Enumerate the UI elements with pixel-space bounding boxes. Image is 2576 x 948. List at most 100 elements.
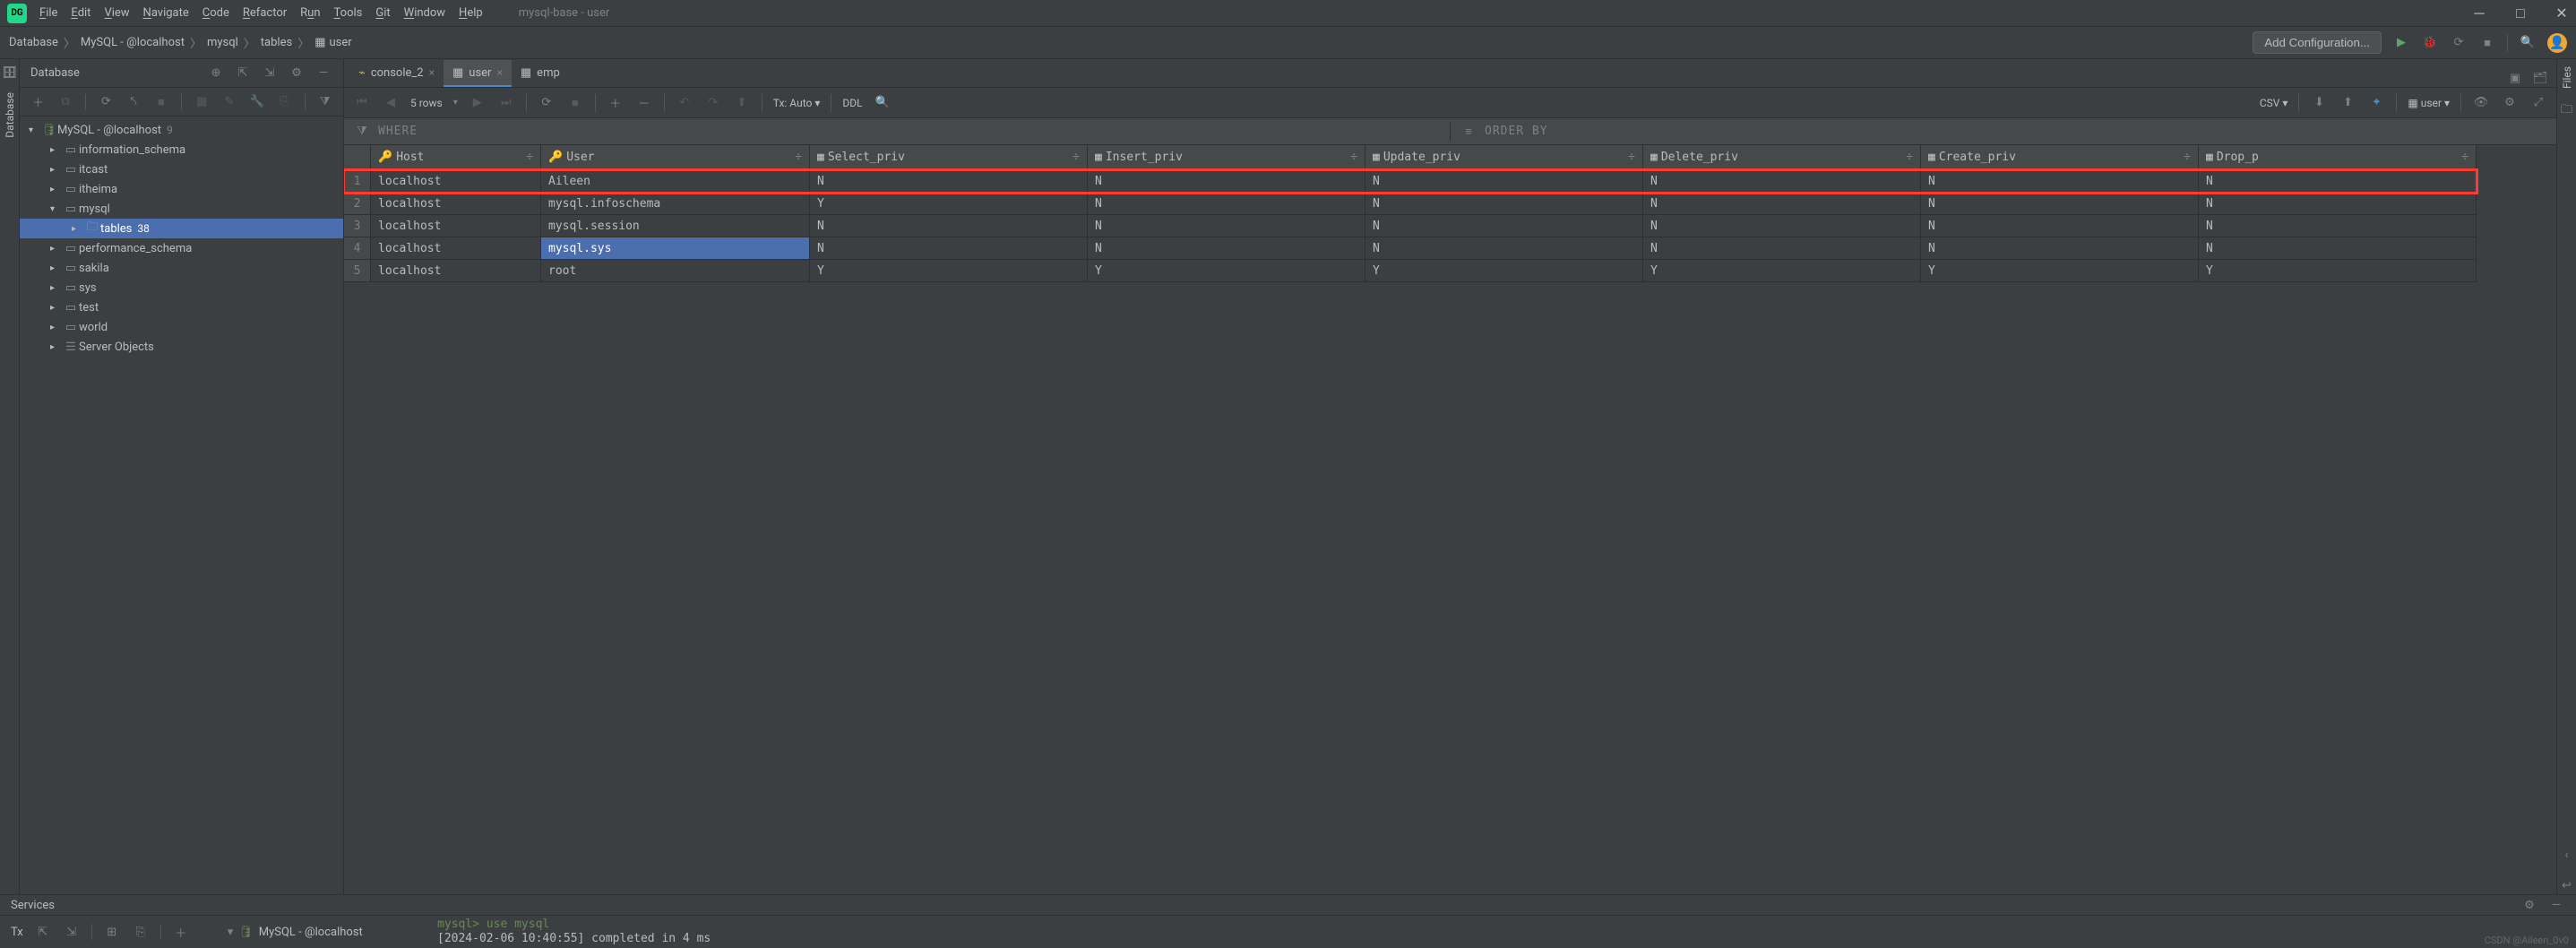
- menu-help[interactable]: Help: [459, 6, 483, 20]
- export-format[interactable]: CSV ▾: [2260, 97, 2288, 109]
- cell-host[interactable]: localhost: [371, 260, 541, 282]
- menu-edit[interactable]: Edit: [71, 6, 90, 20]
- expand-icon[interactable]: ⤢: [2529, 94, 2547, 112]
- cell-priv[interactable]: N: [1921, 170, 2199, 193]
- cell-priv[interactable]: Y: [1921, 260, 2199, 282]
- menu-git[interactable]: Git: [375, 6, 390, 20]
- upload-icon[interactable]: ⬆: [2339, 94, 2356, 112]
- cell-priv[interactable]: Y: [810, 193, 1088, 215]
- cell-priv[interactable]: N: [2199, 215, 2477, 237]
- duplicate-icon[interactable]: ⧉: [58, 93, 73, 111]
- cell-priv[interactable]: N: [1366, 237, 1643, 260]
- breadcrumb-item[interactable]: MySQL - @localhost: [81, 36, 185, 49]
- wrench-icon[interactable]: 🔧: [249, 93, 264, 111]
- cell-priv[interactable]: N: [1643, 170, 1921, 193]
- first-page-icon[interactable]: ⏮: [353, 94, 371, 112]
- chevron-left-icon[interactable]: ‹: [2558, 846, 2576, 864]
- breadcrumb-item[interactable]: Database: [9, 36, 58, 49]
- tab-user[interactable]: ▦user×: [444, 60, 512, 87]
- gear-icon[interactable]: ⚙: [2501, 94, 2519, 112]
- tree-schema[interactable]: ▸▭sakila: [20, 258, 343, 278]
- cell-priv[interactable]: N: [1366, 170, 1643, 193]
- tree-schema[interactable]: ▸▭performance_schema: [20, 238, 343, 258]
- files-icon[interactable]: 🗂: [2531, 69, 2549, 87]
- menu-run[interactable]: Run: [300, 6, 320, 20]
- grid-icon[interactable]: ⊞: [103, 923, 121, 941]
- menu-file[interactable]: File: [39, 6, 57, 20]
- collapse-icon[interactable]: ⇲: [63, 923, 81, 941]
- services-datasource[interactable]: ▾🛢MySQL - @localhost: [228, 926, 363, 939]
- cell-priv[interactable]: Y: [2199, 260, 2477, 282]
- tree-schema[interactable]: ▸▭world: [20, 317, 343, 337]
- expand-icon[interactable]: ⇱: [34, 923, 52, 941]
- row-gutter[interactable]: 5: [344, 260, 371, 282]
- cell-priv[interactable]: N: [1088, 237, 1366, 260]
- commit-icon[interactable]: ⬆: [733, 94, 751, 112]
- cell-user[interactable]: mysql.sys: [541, 237, 810, 260]
- ddl-button[interactable]: DDL: [842, 97, 862, 109]
- where-input[interactable]: WHERE: [378, 125, 418, 138]
- maximize-icon[interactable]: □: [2513, 6, 2528, 21]
- menu-code[interactable]: Code: [202, 6, 229, 20]
- tx-mode[interactable]: Tx: Auto ▾: [773, 97, 821, 109]
- run-icon[interactable]: ▶: [2392, 34, 2410, 52]
- search-icon[interactable]: 🔍: [874, 94, 892, 112]
- add-configuration-button[interactable]: Add Configuration...: [2253, 31, 2382, 54]
- cell-host[interactable]: localhost: [371, 237, 541, 260]
- close-icon[interactable]: ✕: [2554, 6, 2569, 21]
- breadcrumb-item[interactable]: ▦ user: [314, 36, 351, 49]
- column-header[interactable]: ▦Create_priv÷: [1921, 145, 2199, 170]
- cell-user[interactable]: mysql.infoschema: [541, 193, 810, 215]
- cell-priv[interactable]: N: [1921, 237, 2199, 260]
- database-tool-label[interactable]: Database: [4, 92, 16, 138]
- menu-navigate[interactable]: Navigate: [143, 6, 189, 20]
- column-header[interactable]: 🔑User÷: [541, 145, 810, 170]
- prev-page-icon[interactable]: ◀: [382, 94, 400, 112]
- tab-emp[interactable]: ▦emp: [512, 60, 569, 87]
- funnel-icon[interactable]: ⧩: [353, 123, 371, 141]
- hide-icon[interactable]: —: [2547, 896, 2565, 914]
- tree-schema[interactable]: ▸▭itheima: [20, 179, 343, 199]
- menu-view[interactable]: View: [104, 6, 129, 20]
- delete-row-icon[interactable]: －: [635, 94, 653, 112]
- tree-tables[interactable]: ▸🗀tables38: [20, 219, 343, 238]
- attach-icon[interactable]: ⎘: [132, 923, 150, 941]
- cell-priv[interactable]: N: [1921, 193, 2199, 215]
- refresh-icon[interactable]: ⟳: [99, 93, 114, 111]
- add-icon[interactable]: ＋: [172, 923, 190, 941]
- cell-priv[interactable]: N: [1088, 193, 1366, 215]
- expand-icon[interactable]: ⇱: [234, 65, 252, 82]
- cell-priv[interactable]: Y: [1088, 260, 1366, 282]
- column-header[interactable]: ▦Select_priv÷: [810, 145, 1088, 170]
- stop-icon[interactable]: ■: [153, 93, 168, 111]
- reload-icon[interactable]: ⟳: [538, 94, 556, 112]
- breadcrumb-item[interactable]: mysql: [207, 36, 238, 49]
- column-header[interactable]: ▦Delete_priv÷: [1643, 145, 1921, 170]
- tree-schema[interactable]: ▸▭itcast: [20, 159, 343, 179]
- files-tool-label[interactable]: Files: [2561, 66, 2573, 89]
- last-page-icon[interactable]: ⏭: [497, 94, 515, 112]
- row-count[interactable]: 5 rows: [410, 97, 443, 109]
- cell-host[interactable]: localhost: [371, 193, 541, 215]
- stop-icon[interactable]: ■: [2478, 34, 2496, 52]
- tree-datasource[interactable]: ▾🛢 MySQL - @localhost 9: [20, 120, 343, 140]
- table-view-icon[interactable]: ▦: [194, 93, 210, 111]
- column-header[interactable]: ▦Update_priv÷: [1366, 145, 1643, 170]
- tree-server-objects[interactable]: ▸☰Server Objects: [20, 337, 343, 357]
- cell-priv[interactable]: N: [810, 170, 1088, 193]
- close-icon[interactable]: ×: [429, 66, 435, 79]
- next-page-icon[interactable]: ▶: [469, 94, 487, 112]
- row-gutter[interactable]: 3: [344, 215, 371, 237]
- gear-icon[interactable]: ⚙: [2520, 896, 2538, 914]
- cell-priv[interactable]: N: [1643, 193, 1921, 215]
- undo-icon[interactable]: ↶: [676, 94, 694, 112]
- add-row-icon[interactable]: ＋: [607, 94, 625, 112]
- tree-schema[interactable]: ▸▭sys: [20, 278, 343, 297]
- column-header[interactable]: ▦Insert_priv÷: [1088, 145, 1366, 170]
- edit-icon[interactable]: ✎: [222, 93, 237, 111]
- cell-priv[interactable]: N: [1088, 215, 1366, 237]
- target-icon[interactable]: ⊕: [207, 65, 225, 82]
- tab-console[interactable]: ⌁console_2×: [349, 60, 444, 87]
- sort-icon[interactable]: ≡: [1460, 123, 1478, 141]
- add-icon[interactable]: ＋: [30, 93, 46, 111]
